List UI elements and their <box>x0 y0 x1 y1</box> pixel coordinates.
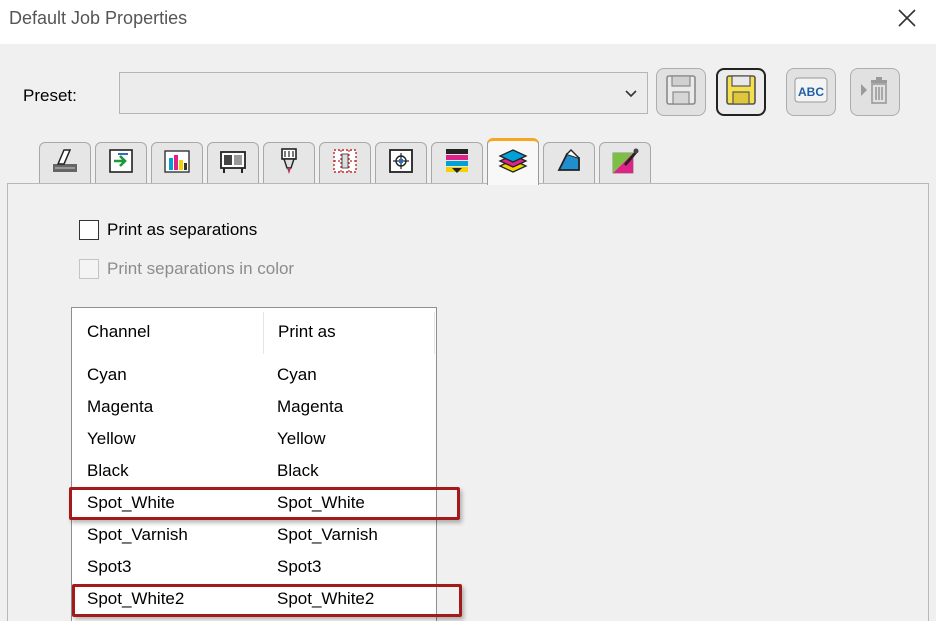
print-as-separations-label: Print as separations <box>107 220 258 239</box>
title-bar: Default Job Properties <box>0 0 936 40</box>
printer-setup-icon <box>50 146 80 181</box>
print-as-separations-row[interactable]: Print as separations <box>79 220 257 240</box>
floppy-disk-yellow-icon <box>724 73 758 112</box>
abc-rename-icon: ABC <box>793 73 829 112</box>
print-as-cell: Black <box>277 461 319 480</box>
tab-print-head[interactable] <box>263 142 315 184</box>
channel-cell: Yellow <box>87 429 136 448</box>
channel-list[interactable]: Channel Print as Cyan Cyan Magenta Magen… <box>71 307 437 621</box>
print-as-cell: Cyan <box>277 365 317 384</box>
save-preset-button[interactable] <box>656 68 706 116</box>
color-bars-icon <box>442 146 472 181</box>
channel-cell: Magenta <box>87 397 154 416</box>
layers-icon <box>497 145 529 182</box>
color-picker-icon <box>610 146 640 181</box>
tab-print-mode[interactable] <box>207 142 259 184</box>
tile-grid-icon <box>330 146 360 181</box>
target-icon <box>386 146 416 181</box>
floppy-disk-icon <box>664 73 698 112</box>
channel-cell: Spot3 <box>87 557 132 576</box>
tab-color-bars[interactable] <box>431 142 483 184</box>
save-as-preset-button[interactable] <box>716 68 766 116</box>
print-separations-in-color-label: Print separations in color <box>107 259 295 278</box>
rename-preset-button[interactable]: ABC <box>786 68 836 116</box>
tab-printer-setup[interactable] <box>39 142 91 184</box>
list-item[interactable]: Yellow Yellow <box>72 424 436 456</box>
window-title: Default Job Properties <box>9 8 188 28</box>
channel-cell: Black <box>87 461 129 480</box>
list-item[interactable]: Spot3 Spot3 <box>72 552 436 584</box>
shape-icon <box>554 146 584 181</box>
tab-target[interactable] <box>375 142 427 184</box>
tab-color-bottles[interactable] <box>151 142 203 184</box>
print-as-cell: Spot_Varnish <box>277 525 378 544</box>
preset-label: Preset: <box>23 86 77 105</box>
tab-shape[interactable] <box>543 142 595 184</box>
delete-preset-button[interactable] <box>850 68 900 116</box>
chevron-down-icon <box>621 83 641 103</box>
column-header-channel[interactable]: Channel <box>72 308 263 356</box>
print-as-cell: Magenta <box>277 397 344 416</box>
highlight-box-spot-white2 <box>72 584 462 617</box>
list-item[interactable]: Cyan Cyan <box>72 360 436 392</box>
tab-strip <box>17 138 837 185</box>
preset-dropdown[interactable] <box>119 72 648 114</box>
print-separations-in-color-checkbox <box>79 259 99 279</box>
print-mode-icon <box>218 146 248 181</box>
highlight-box-spot-white <box>69 487 460 520</box>
tab-transfer[interactable] <box>95 142 147 184</box>
list-item[interactable]: Black Black <box>72 456 436 488</box>
channel-cell: Spot_Varnish <box>87 525 188 544</box>
print-as-separations-checkbox[interactable] <box>79 220 99 240</box>
color-bottles-icon <box>162 146 192 181</box>
trash-icon <box>857 73 893 112</box>
print-as-cell: Spot3 <box>277 557 322 576</box>
tab-tile-grid[interactable] <box>319 142 371 184</box>
close-icon[interactable] <box>892 3 922 33</box>
tab-layers[interactable] <box>487 138 539 185</box>
svg-text:ABC: ABC <box>798 85 824 99</box>
column-divider[interactable] <box>434 312 435 354</box>
column-header-print-as[interactable]: Print as <box>263 308 433 356</box>
list-item[interactable]: Magenta Magenta <box>72 392 436 424</box>
channel-list-header: Channel Print as <box>72 308 436 356</box>
print-as-cell: Yellow <box>277 429 326 448</box>
list-item[interactable]: Spot_Varnish Spot_Varnish <box>72 520 436 552</box>
transfer-icon <box>106 146 136 181</box>
print-separations-in-color-row: Print separations in color <box>79 259 294 279</box>
channel-cell: Cyan <box>87 365 127 384</box>
print-head-icon <box>274 146 304 181</box>
tab-color-picker[interactable] <box>599 142 651 184</box>
